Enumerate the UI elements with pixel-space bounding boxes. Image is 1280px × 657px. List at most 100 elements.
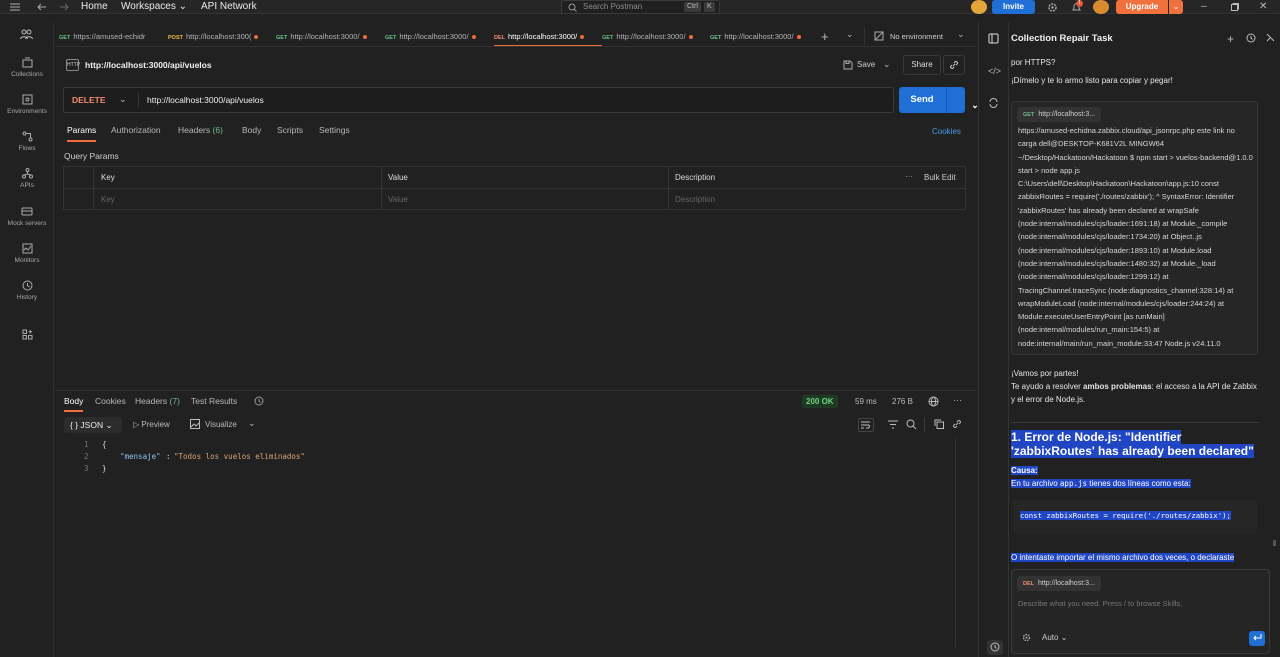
rail-history[interactable]: History [0, 280, 54, 301]
request-tab-active[interactable]: DEL http://localhost:3000/ [494, 27, 602, 46]
environment-selector[interactable]: No environment [890, 27, 943, 46]
request-tab[interactable]: GET http://localhost:3000/ [710, 27, 818, 46]
tab-params[interactable]: Params [67, 125, 97, 142]
response-tab-cookies[interactable]: Cookies [95, 396, 126, 406]
search-input[interactable]: Search Postman Ctrl K [561, 0, 720, 14]
close-window-icon[interactable]: ✕ [1259, 1, 1267, 12]
request-tab[interactable]: GET https://amused-echidr [59, 27, 161, 46]
copy-link-button[interactable] [943, 55, 965, 75]
rail-flows[interactable]: Flows [0, 131, 54, 152]
environment-dropdown-icon[interactable]: ⌄ [957, 29, 965, 40]
tab-authorization[interactable]: Authorization [111, 125, 161, 135]
tab-headers[interactable]: Headers (6) [178, 125, 223, 135]
line-number: 1 [84, 440, 89, 449]
section-heading-text: 1. Error de Node.js: "Identifier 'zabbix… [1011, 430, 1254, 458]
tab-method: DEL [494, 35, 505, 41]
response-tab-body[interactable]: Body [64, 396, 84, 412]
gear-icon[interactable] [1022, 633, 1031, 642]
nav-api-network[interactable]: API Network [201, 0, 257, 14]
send-dropdown-icon[interactable]: ⌄ [946, 87, 979, 113]
rail-environments[interactable]: Environments [0, 94, 54, 115]
gear-icon[interactable] [1047, 2, 1058, 13]
new-chat-icon[interactable]: + [1227, 32, 1234, 46]
request-tab[interactable]: GET http://localhost:3000/ [385, 27, 493, 46]
col-description: Description [675, 173, 716, 182]
forward-arrow-icon[interactable] [60, 3, 69, 11]
search-icon[interactable] [906, 419, 917, 430]
link-icon[interactable] [952, 419, 962, 429]
upgrade-dropdown-icon[interactable]: ⌄ [1169, 0, 1183, 14]
copy-icon[interactable] [934, 419, 944, 429]
request-tab[interactable]: GET http://localhost:3000/ [276, 27, 384, 46]
send-button[interactable]: Send ⌄ [899, 87, 979, 113]
rail-monitors[interactable]: Monitors [0, 243, 54, 264]
request-tab[interactable]: GET http://localhost:3000/ [602, 27, 710, 46]
upgrade-label: Upgrade [1125, 2, 1159, 11]
globe-icon[interactable] [928, 396, 939, 407]
menu-icon[interactable] [10, 3, 20, 11]
profile-avatar[interactable] [1093, 0, 1109, 14]
history-icon[interactable] [254, 396, 264, 406]
restore-icon[interactable] [1231, 3, 1239, 11]
save-dropdown-icon[interactable]: ⌄ [883, 59, 891, 70]
monitor-icon [22, 243, 32, 254]
minimize-icon[interactable]: – [1201, 1, 1207, 12]
invite-button[interactable]: Invite [992, 0, 1035, 14]
url-bar: DELETE ⌄ http://localhost:3000/api/vuelo… [63, 87, 894, 113]
model-select[interactable]: Auto ⌄ [1042, 633, 1067, 642]
more-options-icon[interactable]: ··· [905, 172, 913, 181]
json-brace-close: } [102, 464, 107, 473]
back-arrow-icon[interactable] [37, 3, 46, 11]
request-chip[interactable]: DEL http://localhost:3... [1017, 576, 1101, 591]
response-tab-test-results-label: Test Results [191, 396, 238, 406]
nav-workspaces[interactable]: Workspaces ⌄ [121, 0, 187, 14]
collapse-panel-icon[interactable] [1266, 33, 1275, 42]
save-button[interactable]: Save [857, 60, 875, 69]
tabs-dropdown-icon[interactable]: ⌄ [846, 29, 854, 40]
url-input[interactable]: http://localhost:3000/api/vuelos [147, 88, 264, 112]
submit-button[interactable] [1249, 631, 1265, 646]
description-input[interactable]: Description [675, 195, 715, 204]
rail-collections[interactable]: Collections [0, 57, 54, 78]
response-tab-headers[interactable]: Headers (7) [135, 396, 180, 406]
cookies-link[interactable]: Cookies [932, 127, 961, 136]
scrollbar-track[interactable] [955, 437, 956, 647]
key-input[interactable]: Key [101, 195, 115, 204]
rail-mock-servers[interactable]: Mock servers [0, 206, 54, 227]
format-select[interactable]: { } JSON ⌄ [64, 417, 122, 433]
tab-body[interactable]: Body [242, 125, 261, 135]
team-icon[interactable] [20, 29, 33, 40]
sync-icon[interactable] [989, 98, 998, 108]
tab-scripts[interactable]: Scripts [277, 125, 303, 135]
apis-icon [21, 168, 33, 179]
filter-icon[interactable] [888, 420, 898, 429]
upgrade-button[interactable]: Upgrade [1116, 0, 1168, 14]
value-input[interactable]: Value [388, 195, 408, 204]
scrollbar-thumb[interactable] [1273, 540, 1276, 546]
bulk-edit-button[interactable]: Bulk Edit [924, 173, 956, 182]
configure-workbench-icon[interactable] [22, 329, 33, 340]
history-icon[interactable] [1246, 33, 1256, 43]
history-icon[interactable] [987, 640, 1003, 655]
visualize-button[interactable]: Visualize [205, 420, 237, 429]
avatar[interactable] [971, 0, 987, 14]
wrap-lines-icon[interactable] [858, 418, 874, 432]
request-tab[interactable]: POST http://localhost:300( [168, 27, 276, 46]
method-dropdown-icon[interactable]: ⌄ [119, 94, 127, 105]
method-select[interactable]: DELETE [72, 88, 106, 112]
new-tab-icon[interactable]: + [821, 29, 829, 44]
message-text: En tu archivo app.js tienes dos líneas c… [1011, 477, 1259, 490]
code-icon[interactable]: </> [988, 66, 1001, 76]
request-chip[interactable]: GET http://localhost:3... [1017, 107, 1102, 122]
response-tab-test-results[interactable]: Test Results [191, 396, 237, 406]
more-options-icon[interactable]: ··· [953, 395, 962, 405]
chat-input[interactable]: Describe what you need. Press / to brows… [1018, 599, 1182, 608]
nav-home[interactable]: Home [81, 0, 108, 14]
tab-settings[interactable]: Settings [319, 125, 350, 135]
visualize-dropdown-icon[interactable]: ⌄ [248, 418, 256, 429]
share-button[interactable]: Share [903, 55, 941, 75]
agent-icon[interactable] [988, 33, 999, 44]
rail-apis[interactable]: APIs [0, 168, 54, 189]
preview-button[interactable]: ▷ Preview [133, 420, 170, 429]
message-text: Te ayudo a resolver ambos problemas: el … [1011, 380, 1259, 406]
